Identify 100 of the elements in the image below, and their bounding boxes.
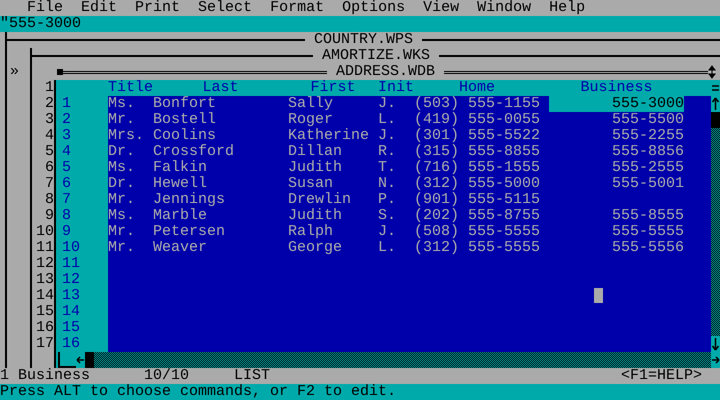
table-cell[interactable]: Mr. bbox=[108, 224, 153, 240]
menu-item[interactable]: Print bbox=[135, 0, 180, 16]
column-header[interactable]: First bbox=[310, 79, 356, 96]
status-field: 1 Business bbox=[0, 368, 144, 384]
column-header[interactable]: Business bbox=[580, 79, 652, 96]
table-cell[interactable]: Falkin bbox=[153, 160, 288, 176]
menu-item[interactable]: Options bbox=[342, 0, 406, 16]
table-cell[interactable]: J. bbox=[378, 128, 414, 144]
table-cell[interactable]: 555-5555 bbox=[549, 224, 684, 240]
table-cell[interactable]: Judith bbox=[288, 208, 378, 224]
record-number: 15 bbox=[61, 320, 82, 336]
row-number: 5 bbox=[44, 144, 54, 160]
row-number: 7 bbox=[44, 176, 54, 192]
table-cell[interactable]: J. bbox=[378, 224, 414, 240]
table-cell[interactable]: Katherine bbox=[288, 128, 378, 144]
table-cell[interactable]: Ms. bbox=[108, 208, 153, 224]
table-cell[interactable]: Petersen bbox=[153, 224, 288, 240]
message-line: Press ALT to choose commands, or F2 to edit. bbox=[0, 383, 396, 400]
table-cell[interactable]: Jennings bbox=[153, 192, 288, 208]
table-cell[interactable]: (315) 555-8855 bbox=[414, 144, 540, 160]
table-cell[interactable]: Roger bbox=[288, 112, 378, 128]
table-cell[interactable]: Coolins bbox=[153, 128, 288, 144]
column-header[interactable]: Home bbox=[458, 79, 495, 96]
table-cell[interactable]: Dr. bbox=[108, 144, 153, 160]
table-cell[interactable]: (312) 555-5000 bbox=[414, 176, 540, 192]
table-cell[interactable]: J. bbox=[378, 96, 414, 112]
record-number: 2 bbox=[61, 112, 72, 128]
arrow-up-icon[interactable] bbox=[711, 96, 720, 112]
table-cell[interactable]: 555-3000 bbox=[549, 96, 684, 112]
table-cell[interactable]: 555-2255 bbox=[549, 128, 684, 144]
table-cell[interactable]: 555-8555 bbox=[549, 208, 684, 224]
arrow-down-icon[interactable] bbox=[711, 336, 720, 352]
record-number: 8 bbox=[61, 208, 72, 224]
table-cell[interactable]: (202) 555-8755 bbox=[414, 208, 540, 224]
table-cell[interactable]: (508) 555-5555 bbox=[414, 224, 540, 240]
menu-item[interactable]: Window bbox=[477, 0, 532, 16]
menu-item[interactable]: Help bbox=[549, 0, 586, 16]
table-cell[interactable]: 555-2555 bbox=[549, 160, 684, 176]
record-number: 6 bbox=[61, 176, 72, 192]
table-cell[interactable]: Crossford bbox=[153, 144, 288, 160]
scroll-thumb[interactable] bbox=[711, 112, 720, 128]
record-number: 11 bbox=[61, 256, 82, 272]
status-help: <F1=HELP> bbox=[620, 368, 703, 384]
table-cell[interactable]: Dr. bbox=[108, 176, 153, 192]
record-number: 3 bbox=[61, 128, 72, 144]
table-cell[interactable]: P. bbox=[378, 192, 414, 208]
vertical-scrollbar[interactable] bbox=[711, 128, 720, 336]
column-header[interactable]: Title bbox=[108, 79, 154, 96]
table-cell[interactable]: Weaver bbox=[153, 240, 288, 256]
table-cell[interactable]: Mr. bbox=[108, 240, 153, 256]
row-number: 9 bbox=[44, 208, 54, 224]
table-cell[interactable]: Ralph bbox=[288, 224, 378, 240]
table-cell[interactable]: R. bbox=[378, 144, 414, 160]
menu-item[interactable]: Format bbox=[270, 0, 324, 16]
table-cell[interactable]: (301) 555-5522 bbox=[414, 128, 540, 144]
column-header[interactable]: Last bbox=[202, 79, 238, 96]
table-cell[interactable]: Dillan bbox=[288, 144, 378, 160]
table-cell[interactable]: L. bbox=[378, 240, 414, 256]
scroll-thumb[interactable] bbox=[85, 352, 94, 368]
table-cell[interactable]: (901) 555-5115 bbox=[414, 192, 540, 208]
table-cell[interactable]: Bonfort bbox=[153, 96, 288, 112]
table-cell[interactable]: Judith bbox=[288, 160, 378, 176]
table-cell[interactable]: (419) 555-0055 bbox=[414, 112, 540, 128]
table-cell[interactable]: Marble bbox=[153, 208, 288, 224]
menu-item[interactable]: File bbox=[27, 0, 64, 16]
table-cell[interactable]: Susan bbox=[288, 176, 378, 192]
table-cell[interactable]: Ms. bbox=[108, 160, 153, 176]
table-cell[interactable]: T. bbox=[378, 160, 414, 176]
table-cell[interactable]: Ms. bbox=[108, 96, 153, 112]
table-cell[interactable]: Drewlin bbox=[288, 192, 378, 208]
row-number: 4 bbox=[44, 128, 54, 144]
table-cell[interactable]: S. bbox=[378, 208, 414, 224]
window-marker[interactable]: » bbox=[7, 64, 30, 80]
menu-item[interactable]: Select bbox=[198, 0, 252, 16]
table-cell[interactable]: Mrs. bbox=[108, 128, 153, 144]
table-cell[interactable]: (503) 555-1155 bbox=[414, 96, 540, 112]
table-cell[interactable]: L. bbox=[378, 112, 414, 128]
table-cell[interactable]: Bostell bbox=[153, 112, 288, 128]
table-cell[interactable]: Mr. bbox=[108, 112, 153, 128]
table-cell[interactable]: (716) 555-1555 bbox=[414, 160, 540, 176]
table-cell[interactable]: Sally bbox=[288, 96, 378, 112]
horizontal-scrollbar[interactable] bbox=[94, 352, 711, 368]
record-number: 1 bbox=[61, 96, 72, 112]
table-cell[interactable]: Hewell bbox=[153, 176, 288, 192]
table-cell[interactable]: 555-8856 bbox=[549, 144, 684, 160]
resize-arrows-icon[interactable] bbox=[708, 65, 716, 79]
row-number: 13 bbox=[34, 272, 54, 288]
arrow-left-icon[interactable] bbox=[76, 355, 85, 365]
table-cell[interactable]: N. bbox=[378, 176, 414, 192]
record-number: 10 bbox=[61, 240, 82, 256]
table-cell[interactable]: (312) 555-5555 bbox=[414, 240, 540, 256]
menu-item[interactable]: Edit bbox=[81, 0, 118, 16]
table-cell[interactable]: George bbox=[288, 240, 378, 256]
column-header[interactable]: Init bbox=[378, 79, 414, 96]
table-cell[interactable]: Mr. bbox=[108, 192, 153, 208]
menu-item[interactable]: View bbox=[423, 0, 460, 16]
table-cell[interactable]: 555-5500 bbox=[549, 112, 684, 128]
table-cell[interactable]: 555-5001 bbox=[549, 176, 684, 192]
table-cell[interactable]: 555-5556 bbox=[549, 240, 684, 256]
row-number: 8 bbox=[44, 192, 54, 208]
